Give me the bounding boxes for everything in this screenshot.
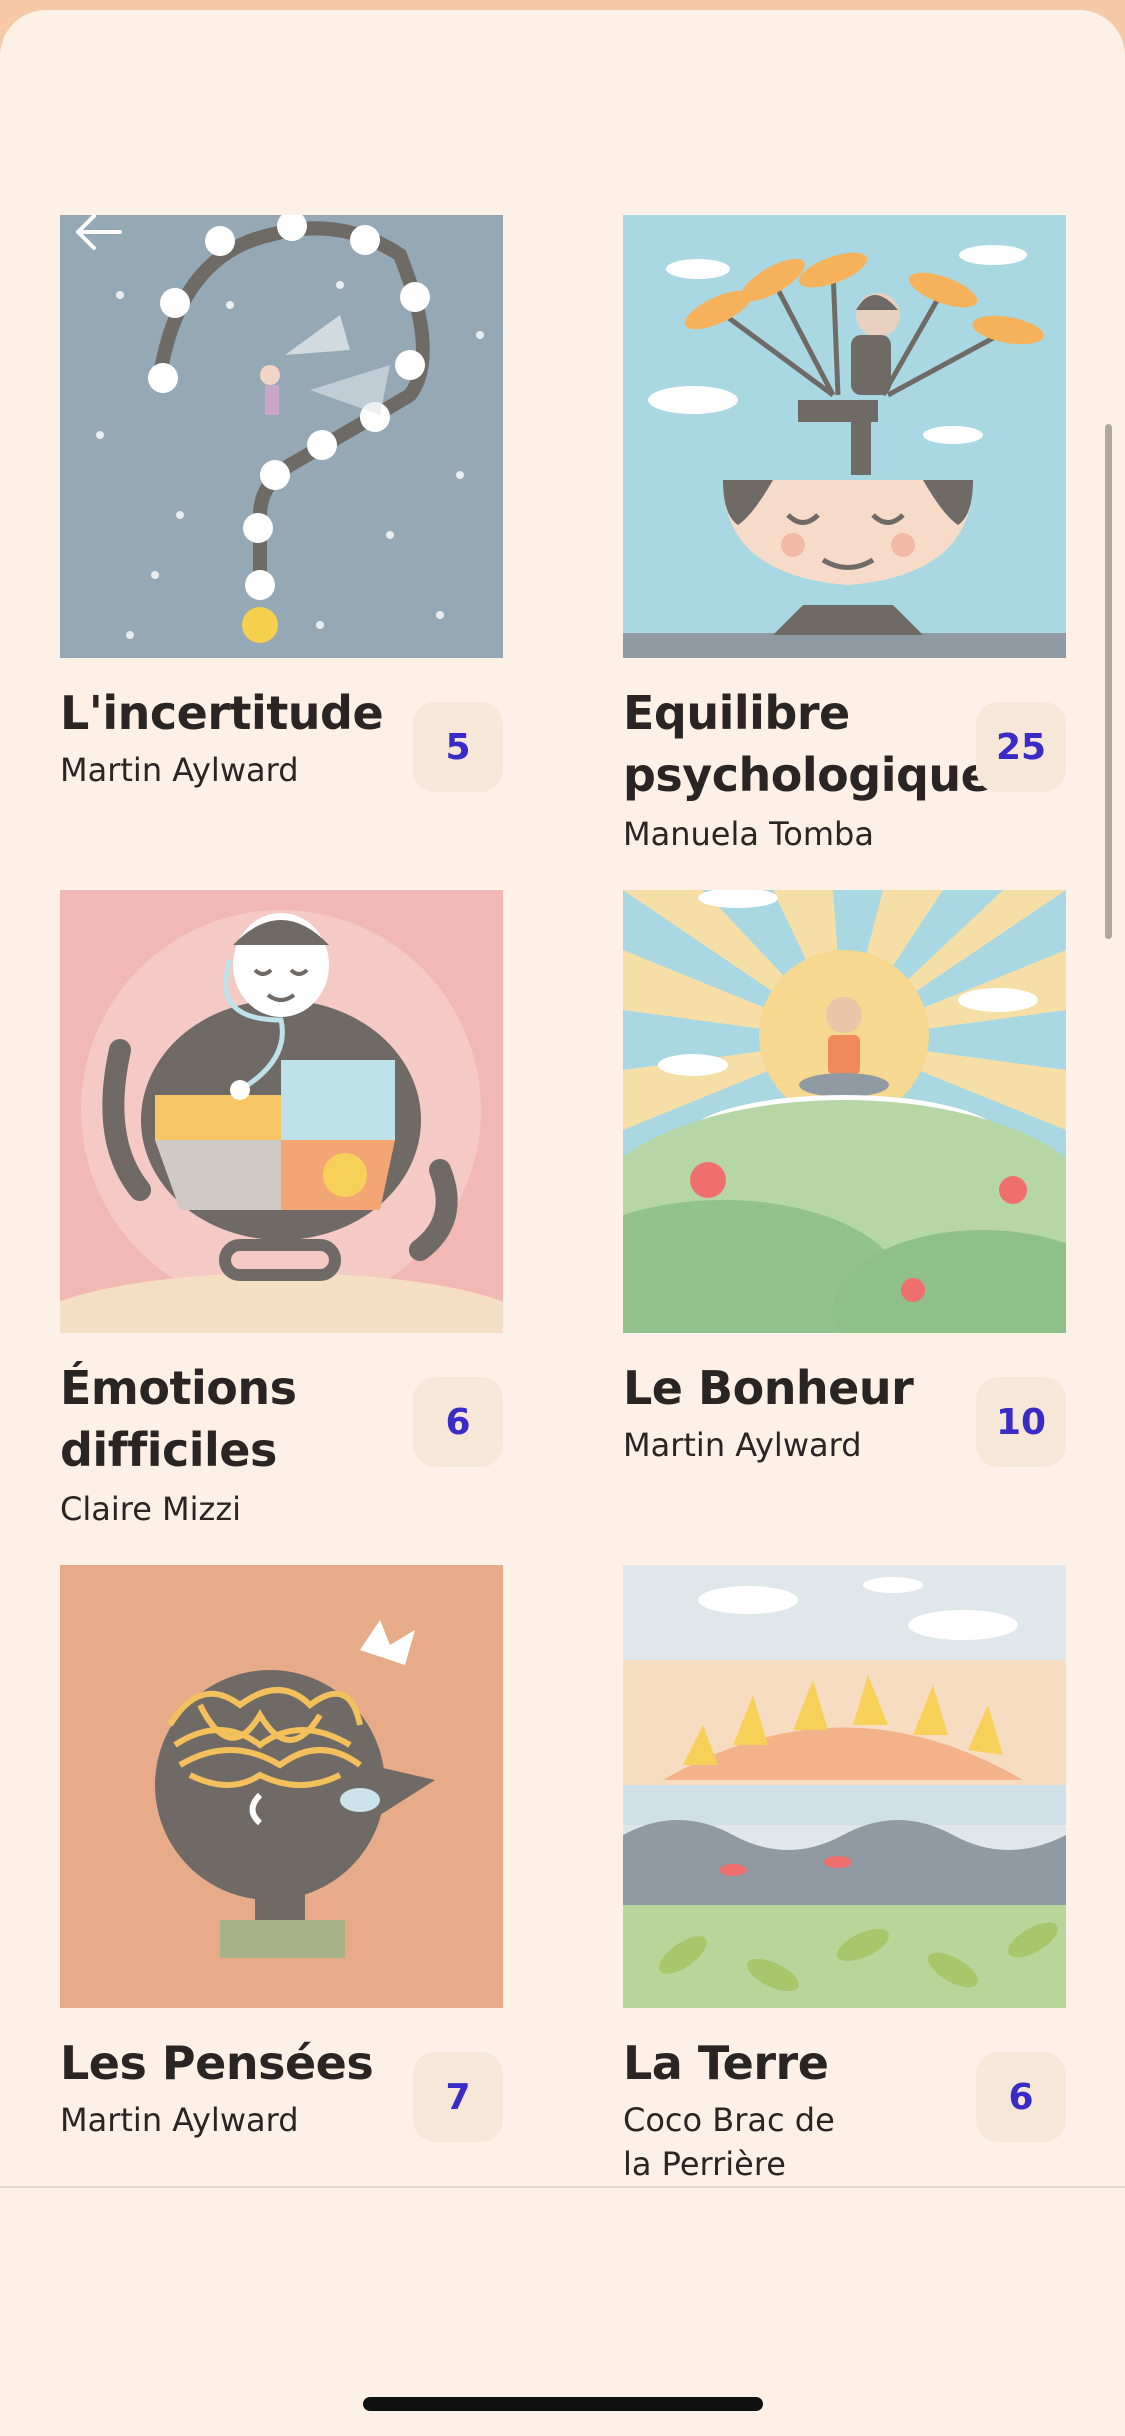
collection-title: Le Bonheur xyxy=(623,1361,914,1415)
balance-figure-illustration xyxy=(623,215,1066,658)
question-mark-illustration xyxy=(60,215,503,658)
earth-landscape-illustration xyxy=(623,1565,1066,2008)
tangled-thoughts-illustration xyxy=(60,1565,503,2008)
stethoscope-emotions-illustration xyxy=(60,890,503,1333)
collection-author: Martin Aylward xyxy=(60,751,299,789)
episode-count-badge: 6 xyxy=(413,1377,503,1467)
collection-title: La Terre xyxy=(623,2036,829,2090)
collection-artwork xyxy=(623,215,1066,658)
episode-count-badge: 25 xyxy=(976,702,1066,792)
scrollbar[interactable] xyxy=(1105,424,1112,939)
collection-title: Equilibre psychologique xyxy=(623,686,992,802)
episode-count-badge: 10 xyxy=(976,1377,1066,1467)
episode-count-badge: 6 xyxy=(976,2052,1066,2142)
bottom-divider xyxy=(0,2186,1125,2188)
collection-title: Émotions difficiles xyxy=(60,1361,297,1477)
collection-artwork xyxy=(623,890,1066,1333)
arrow-left-icon[interactable] xyxy=(72,212,124,252)
collection-author: Martin Aylward xyxy=(60,2101,299,2139)
collection-artwork xyxy=(623,1565,1066,2008)
collection-artwork xyxy=(60,890,503,1333)
collection-title: L'incertitude xyxy=(60,686,384,740)
episode-count-badge: 5 xyxy=(413,702,503,792)
sun-meditation-illustration xyxy=(623,890,1066,1333)
collection-author: Manuela Tomba xyxy=(623,815,874,853)
collection-artwork xyxy=(60,215,503,658)
episode-count-badge: 7 xyxy=(413,2052,503,2142)
collection-author: Coco Brac de la Perrière xyxy=(623,2101,835,2183)
home-indicator[interactable] xyxy=(363,2397,763,2411)
collection-title: Les Pensées xyxy=(60,2036,374,2090)
collection-author: Martin Aylward xyxy=(623,1426,862,1464)
collection-author: Claire Mizzi xyxy=(60,1490,242,1528)
collection-artwork xyxy=(60,1565,503,2008)
